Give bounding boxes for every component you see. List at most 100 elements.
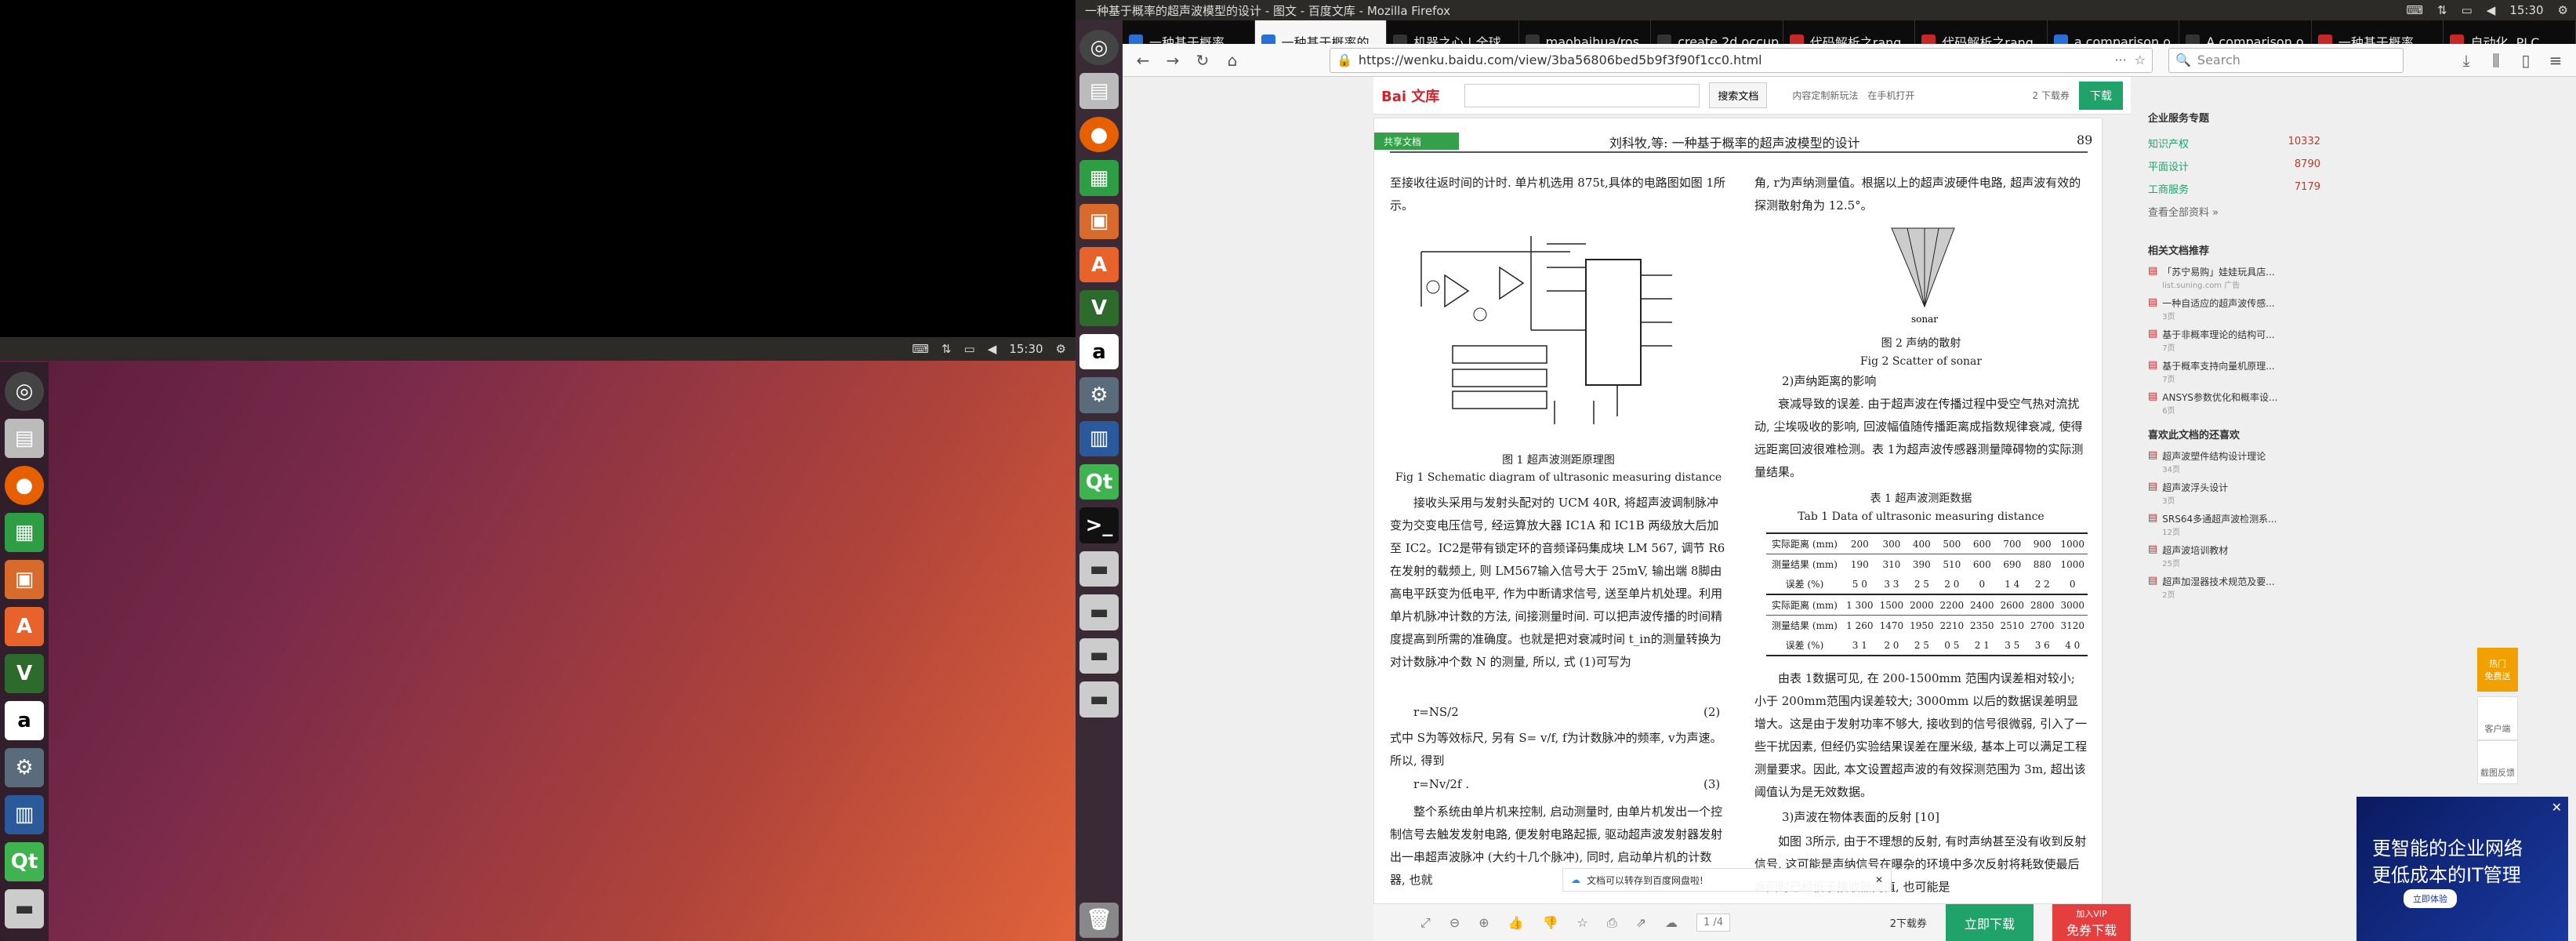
amazon-icon[interactable]: a xyxy=(5,701,44,740)
shared-doc-badge: 共享文档 xyxy=(1374,133,1459,150)
client-app-tab[interactable]: 客户端 xyxy=(2477,696,2518,740)
trash-icon[interactable]: 🗑 xyxy=(1079,902,1119,938)
doc-list-item[interactable]: ▤ 「苏宁易购」娃娃玩具店... list.suning.com 广告 xyxy=(2148,265,2320,290)
zoom-in-icon[interactable]: ⊕ xyxy=(1478,915,1489,930)
battery-icon[interactable]: ▭ xyxy=(2462,3,2473,17)
advertisement-banner[interactable]: ✕ 更智能的企业网络 更低成本的IT管理 立即体验 xyxy=(2356,797,2568,941)
qt-creator-icon[interactable]: Qt xyxy=(1079,464,1119,500)
view-all-link[interactable]: 查看全部资料 » xyxy=(2148,204,2320,219)
top-clock[interactable]: 15:30 xyxy=(2509,3,2543,17)
enterprise-item[interactable]: 知识产权 10332 xyxy=(2148,136,2320,151)
vim-icon[interactable]: V xyxy=(1079,290,1119,326)
system-settings-icon[interactable]: ⚙ xyxy=(1079,377,1119,413)
screenshot-feedback-tab[interactable]: 截图反馈 xyxy=(2477,740,2518,784)
forward-icon[interactable]: → xyxy=(1162,49,1184,71)
vim-icon[interactable]: V xyxy=(5,654,44,693)
wenku-logo[interactable]: Bai 文库 xyxy=(1381,85,1439,106)
table-row: 实际距离 (mm) 1 300 1500 2000 2200 2400 2600 2800 30… xyxy=(1766,594,2088,616)
netdisk-icon[interactable]: ☁ xyxy=(1665,915,1678,930)
close-ad-icon[interactable]: ✕ xyxy=(2552,800,2562,815)
enterprise-item[interactable]: 工商服务 7179 xyxy=(2148,181,2320,196)
hot-free-tab[interactable]: 热门 免费送 xyxy=(2477,648,2518,692)
ubuntu-dash-icon[interactable]: ◎ xyxy=(1079,30,1119,66)
doc-icon: ▤ xyxy=(2148,543,2158,555)
zoom-out-icon[interactable]: ⊖ xyxy=(1449,915,1460,930)
drive-icon[interactable]: ▬ xyxy=(1079,550,1119,587)
doc-list-item[interactable]: ▤ 超声加湿器技术规范及要... 2页 xyxy=(2148,575,2320,600)
software-center-icon[interactable]: A xyxy=(1079,247,1119,283)
keyboard-icon[interactable]: ⌨ xyxy=(2406,3,2423,17)
wenku-search-input[interactable] xyxy=(1464,83,1700,107)
print-icon[interactable]: ⎙ xyxy=(1607,915,1617,931)
volume-icon[interactable]: ◀ xyxy=(988,342,997,356)
panel-clock[interactable]: 15:30 xyxy=(1009,342,1043,356)
doc-meta: 25页 xyxy=(2162,560,2181,569)
writer-icon[interactable]: ▥ xyxy=(5,795,44,834)
doc-list-item[interactable]: ▤ 超声波浮头设计 3页 xyxy=(2148,481,2320,506)
network-icon[interactable]: ⇅ xyxy=(2437,3,2447,17)
ubuntu-dash-icon[interactable]: ◎ xyxy=(5,372,44,411)
like-icon[interactable]: 👍 xyxy=(1508,915,1524,930)
fullscreen-icon[interactable]: ⤢ xyxy=(1420,915,1431,931)
url-bar[interactable]: 🔒 https://wenku.baidu.com/view/3ba56806b… xyxy=(1330,47,2153,73)
header-download-button[interactable]: 下载 xyxy=(2079,81,2123,110)
writer-icon[interactable]: ▥ xyxy=(1079,420,1119,457)
table-cell: 2 1 xyxy=(1974,639,1990,651)
files-icon[interactable]: ▤ xyxy=(5,419,44,458)
back-icon[interactable]: ← xyxy=(1132,49,1154,71)
sidebar-icon[interactable]: ▯ xyxy=(2515,49,2537,71)
close-icon[interactable]: ✕ xyxy=(1875,874,1883,885)
enterprise-count: 8790 xyxy=(2294,158,2320,170)
terminal-icon[interactable]: >_ xyxy=(1079,507,1119,543)
doc-list-item[interactable]: ▤ ANSYS参数优化和概率设... 6页 xyxy=(2148,391,2320,416)
settings-icon[interactable]: ⚙ xyxy=(2558,3,2568,17)
firefox-icon[interactable]: ● xyxy=(1079,116,1119,153)
bookmark-star-icon[interactable]: ☆ xyxy=(2135,53,2146,67)
doc-title: 一种自适应的超声波传感... xyxy=(2162,298,2275,309)
enterprise-item[interactable]: 平面设计 8790 xyxy=(2148,158,2320,173)
calc-icon[interactable]: ▦ xyxy=(5,513,44,552)
wenku-search-button[interactable]: 搜索文档 xyxy=(1709,82,1768,108)
system-settings-icon[interactable]: ⚙ xyxy=(5,748,44,787)
impress-icon[interactable]: ▣ xyxy=(1079,203,1119,240)
calc-icon[interactable]: ▦ xyxy=(1079,160,1119,196)
keyboard-icon[interactable]: ⌨ xyxy=(912,342,929,356)
search-input[interactable]: 🔍 Search xyxy=(2168,47,2404,73)
menu-icon[interactable]: ≡ xyxy=(2545,49,2567,71)
doc-list-item[interactable]: ▤ 基于概率支持向量机原理... 7页 xyxy=(2148,359,2320,384)
drive-icon[interactable]: ▬ xyxy=(1079,594,1119,630)
network-icon[interactable]: ⇅ xyxy=(942,342,952,356)
amazon-icon[interactable]: a xyxy=(1079,333,1119,370)
vip-download-button[interactable]: 加入VIP 免券下载 xyxy=(2052,903,2131,941)
library-icon[interactable]: ⫼ xyxy=(2485,49,2507,71)
doc-list-item[interactable]: ▤ 超声波培训教材 25页 xyxy=(2148,543,2320,569)
home-icon[interactable]: ⌂ xyxy=(1221,49,1243,71)
settings-icon[interactable]: ⚙ xyxy=(1056,342,1066,356)
open-in-phone-link[interactable]: 在手机打开 xyxy=(1867,89,1914,102)
page-actions-icon[interactable]: ··· xyxy=(2114,53,2126,67)
impress-icon[interactable]: ▣ xyxy=(5,560,44,599)
table-cell: 2 5 xyxy=(1914,578,1929,590)
software-center-icon[interactable]: A xyxy=(5,607,44,646)
firefox-icon[interactable]: ● xyxy=(5,466,44,505)
reload-icon[interactable]: ↻ xyxy=(1192,49,1214,71)
drive-icon[interactable]: ▬ xyxy=(1079,681,1119,718)
drive-icon[interactable]: ▬ xyxy=(5,889,44,928)
doc-list-item[interactable]: ▤ 超声波塑件结构设计理论 34页 xyxy=(2148,449,2320,474)
download-now-button[interactable]: 立即下载 xyxy=(1945,903,2034,941)
page-indicator[interactable]: 1 /4 xyxy=(1696,914,1731,932)
downloads-icon[interactable]: ⤓ xyxy=(2455,49,2477,71)
doc-list-item[interactable]: ▤ 一种自适应的超声波传感... 3页 xyxy=(2148,296,2320,322)
dislike-icon[interactable]: 👎 xyxy=(1543,915,1558,930)
favorite-icon[interactable]: ☆ xyxy=(1576,915,1587,930)
doc-list-item[interactable]: ▤ 基于非概率理论的结构可... 7页 xyxy=(2148,328,2320,353)
files-icon[interactable]: ▤ xyxy=(1079,73,1119,109)
battery-icon[interactable]: ▭ xyxy=(964,342,975,356)
custom-content-link[interactable]: 内容定制新玩法 xyxy=(1792,89,1858,102)
share-icon[interactable]: ⇗ xyxy=(1636,915,1646,930)
doc-list-item[interactable]: ▤ SRS64多通超声波检测系... 12页 xyxy=(2148,512,2320,537)
qt-creator-icon[interactable]: Qt xyxy=(5,842,44,881)
volume-icon[interactable]: ◀ xyxy=(2487,3,2496,17)
ad-cta-button[interactable]: 立即体验 xyxy=(2404,889,2457,908)
drive-icon[interactable]: ▬ xyxy=(1079,638,1119,674)
